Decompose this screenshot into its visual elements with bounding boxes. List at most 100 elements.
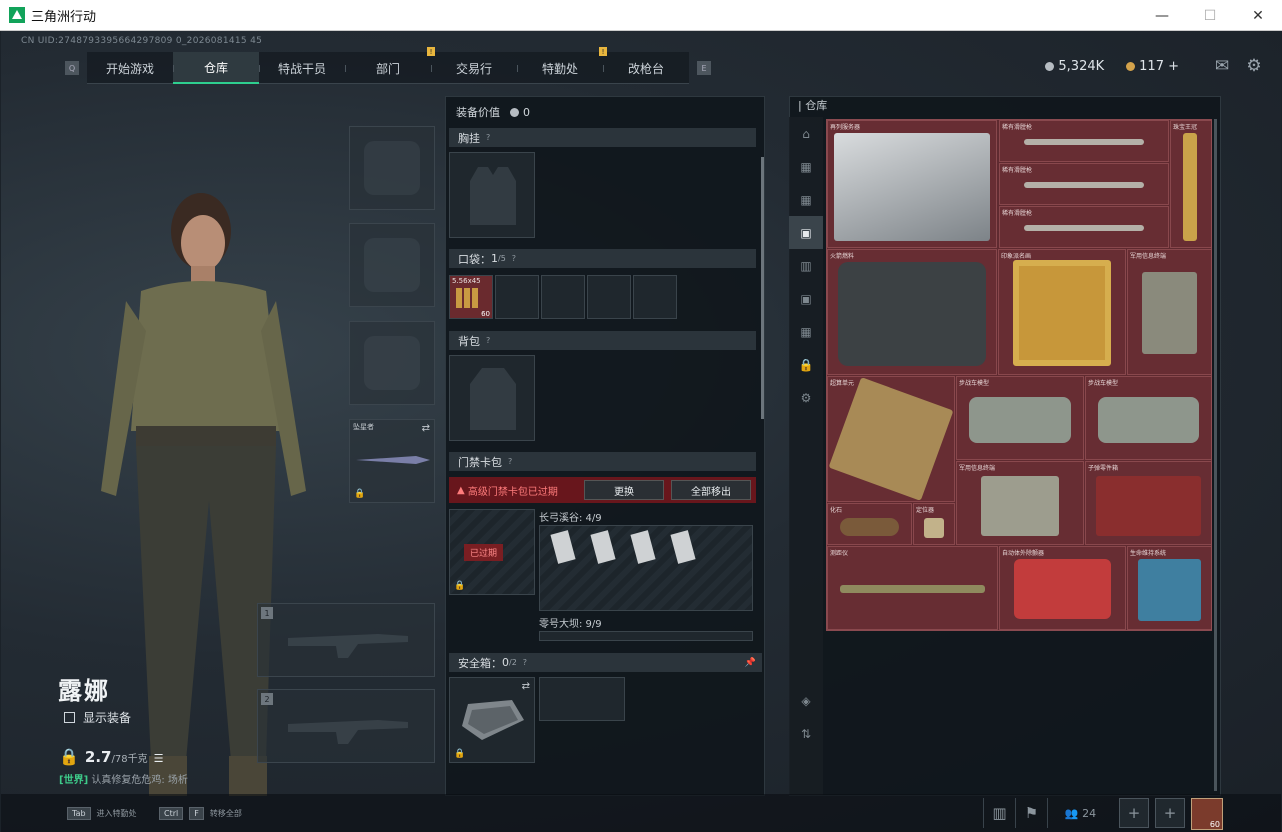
warehouse-item[interactable]: 火箭燃料 (827, 249, 997, 375)
warehouse-item[interactable]: 步战车模型 (956, 376, 1084, 460)
warehouse-tab-all-icon[interactable]: ⌂ (789, 117, 823, 150)
stats-icon[interactable]: ▥ (983, 798, 1015, 828)
warehouse-item[interactable]: 自动体外除颤器 (999, 546, 1126, 630)
tab-special-ops[interactable]: 特勤处! (517, 47, 607, 84)
safebox-icon (462, 700, 524, 740)
item-label: 再列服务器 (830, 124, 861, 131)
flag-icon[interactable]: ⚑ (1015, 798, 1047, 828)
pistol-slot[interactable] (349, 321, 435, 405)
warehouse-item[interactable]: 超算单元 (827, 376, 955, 502)
warehouse-tab-4-icon[interactable]: ▥ (789, 249, 823, 282)
list-icon[interactable]: ☰ (154, 752, 164, 765)
hotkey-special-ops[interactable]: Tab 进入特勤处 (67, 807, 137, 820)
help-icon[interactable]: ? (486, 336, 490, 345)
hotkey-label: 进入特勤处 (96, 809, 137, 818)
friends-button[interactable]: 👥 24 (1047, 798, 1113, 828)
keycard-holder-slot[interactable]: 已过期 🔒 (449, 509, 535, 595)
warehouse-item[interactable]: 步战车模型 (1085, 376, 1212, 460)
mail-icon[interactable]: ✉ (1211, 55, 1233, 77)
hotkey-label: 转移全部 (209, 809, 242, 818)
replace-button[interactable]: 更换 (584, 480, 664, 500)
pocket-slot-3[interactable] (541, 275, 585, 319)
warehouse-tab-2-icon[interactable]: ▦ (789, 183, 823, 216)
help-icon[interactable]: ? (512, 254, 516, 263)
warehouse-item[interactable]: 稀有滑膛枪 (999, 120, 1169, 162)
warehouse-tab-3-icon[interactable]: ▣ (789, 216, 823, 249)
pin-icon[interactable]: 📌 (745, 658, 756, 668)
warehouse-item[interactable]: 定位器 (913, 503, 955, 545)
helmet-slot[interactable] (349, 126, 435, 210)
warehouse-item[interactable]: 珠宝王冠 (1170, 120, 1212, 248)
warehouse-item[interactable]: 生命维持系统 (1127, 546, 1212, 630)
close-button[interactable]: ✕ (1234, 0, 1282, 31)
item-label: 珠宝王冠 (1173, 124, 1198, 131)
add-teammate-button-2[interactable]: + (1155, 798, 1185, 828)
keycard-grid-1[interactable] (539, 525, 753, 611)
swap-icon[interactable]: ⇄ (522, 681, 530, 692)
show-equipment-toggle[interactable]: 显示装备 (64, 709, 131, 726)
chat-line[interactable]: [世界] 认真修复危危鸡: 场析 (59, 771, 188, 786)
gold-currency[interactable]: 117 + (1126, 59, 1179, 74)
maximize-button[interactable]: ☐ (1186, 0, 1234, 31)
lock-icon[interactable]: 🔒 (789, 348, 823, 381)
pocket-slot-2[interactable] (495, 275, 539, 319)
hotkey-transfer-all[interactable]: Ctrl F 转移全部 (159, 807, 242, 820)
warehouse-item[interactable]: 子弹零件箱 (1085, 461, 1212, 545)
primary-weapon-slot-2[interactable]: 2 (257, 689, 435, 763)
warehouse-tab-5-icon[interactable]: ▣ (789, 282, 823, 315)
silver-currency[interactable]: 5,324K (1045, 59, 1104, 74)
sort-icon[interactable]: ⇅ (789, 717, 823, 750)
item-label: 步战车模型 (959, 380, 990, 387)
tab-start-game[interactable]: 开始游戏 (87, 52, 173, 84)
safebox-slot[interactable]: ⇄ 🔒 (449, 677, 535, 763)
warehouse-item[interactable]: 军用信息终端 (956, 461, 1084, 545)
warehouse-item[interactable]: 军用信息终端 (1127, 249, 1212, 375)
player-avatar[interactable]: 60 (1191, 798, 1223, 830)
gear-icon[interactable]: ⚙ (789, 381, 823, 414)
keycard-grid-2[interactable] (539, 631, 753, 641)
layers-icon[interactable]: ◈ (789, 684, 823, 717)
help-icon[interactable]: ? (508, 457, 512, 466)
primary-weapon-slot-1[interactable]: 1 (257, 603, 435, 677)
character-name: 露娜 (58, 677, 110, 705)
pocket-slot-ammo[interactable]: 5.56x45 60 (449, 275, 493, 319)
warehouse-title: | 仓库 (798, 99, 828, 112)
equipment-scrollbar[interactable] (761, 157, 764, 419)
add-teammate-button-1[interactable]: + (1119, 798, 1149, 828)
checkbox[interactable] (64, 712, 75, 723)
tab-trading[interactable]: 交易行 (431, 52, 517, 84)
help-icon[interactable]: ? (523, 658, 527, 667)
item-label: 军用信息终端 (959, 465, 996, 472)
pocket-slot-4[interactable] (587, 275, 631, 319)
show-equipment-label: 显示装备 (83, 711, 132, 725)
nav-prev-key[interactable]: Q (65, 61, 79, 75)
swap-icon[interactable]: ⇄ (422, 423, 430, 434)
nav-next-key[interactable]: E (697, 61, 711, 75)
warehouse-tab-6-icon[interactable]: ▦ (789, 315, 823, 348)
warehouse-item[interactable]: 稀有滑膛枪 (999, 206, 1169, 248)
help-icon[interactable]: ? (486, 133, 490, 142)
warehouse-item[interactable]: 测距仪 (827, 546, 998, 630)
remove-all-button[interactable]: 全部移出 (671, 480, 751, 500)
backpack-slot[interactable] (449, 355, 535, 441)
warehouse-item[interactable]: 印象派名画 (998, 249, 1126, 375)
gear-icon[interactable]: ⚙ (1243, 55, 1265, 77)
safebox-grid[interactable] (539, 677, 625, 721)
armor-slot[interactable] (349, 223, 435, 307)
warehouse-item[interactable]: 稀有滑膛枪 (999, 163, 1169, 205)
warehouse-tab-1-icon[interactable]: ▦ (789, 150, 823, 183)
tab-warehouse[interactable]: 仓库 (173, 52, 259, 84)
tab-gunsmith[interactable]: 改枪台 (603, 52, 689, 84)
melee-slot[interactable]: 坠星者 ⇄ 🔒 (349, 419, 435, 503)
tab-operators[interactable]: 特战干员 (259, 52, 345, 84)
helmet-placeholder-icon (364, 141, 420, 195)
pocket-slot-5[interactable] (633, 275, 677, 319)
tab-department[interactable]: 部门! (345, 47, 435, 84)
warehouse-item[interactable]: 化石 (827, 503, 912, 545)
minimize-button[interactable]: — (1138, 0, 1186, 31)
tab-label: 仓库 (203, 60, 228, 75)
warehouse-item[interactable]: 再列服务器 (827, 120, 997, 248)
vest-slot[interactable] (449, 152, 535, 238)
bottom-bar: Tab 进入特勤处 Ctrl F 转移全部 ▥ ⚑ 👥 24 + + 60 (1, 794, 1281, 832)
warehouse-scrollbar[interactable] (1214, 119, 1217, 791)
